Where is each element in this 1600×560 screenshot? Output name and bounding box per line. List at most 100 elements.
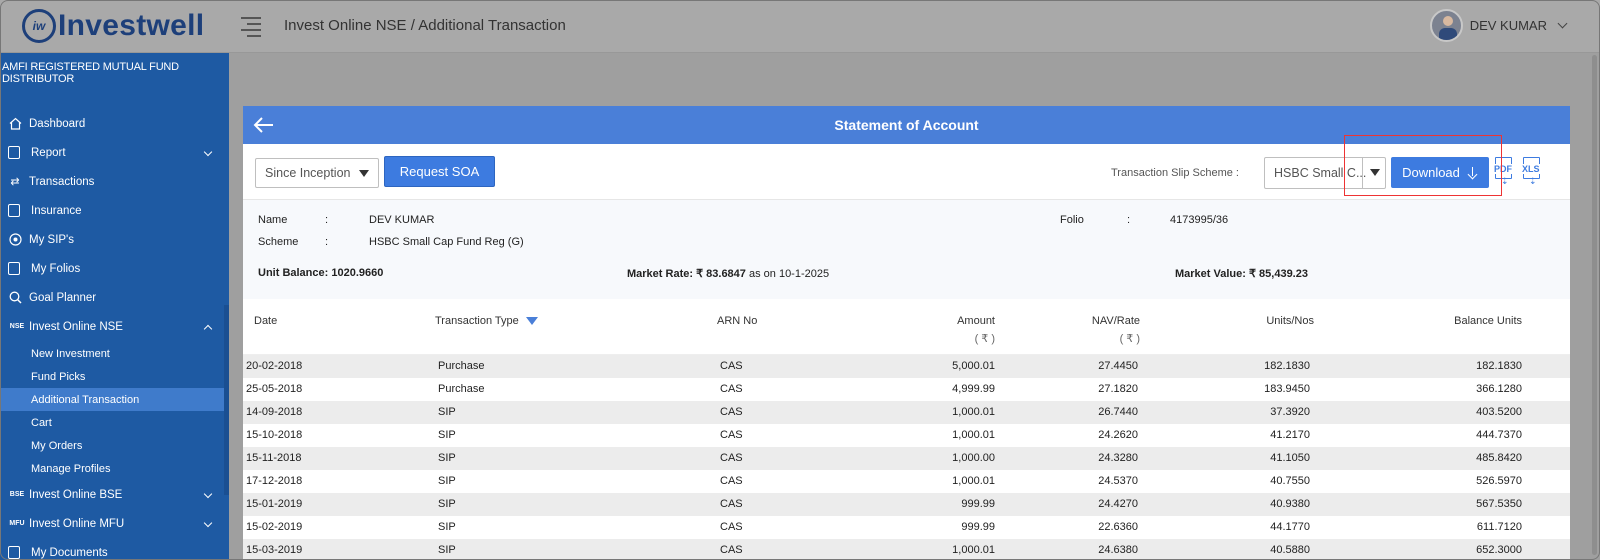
filter-icon[interactable] (525, 317, 538, 325)
scheme-select-value: HSBC Small C... (1274, 166, 1367, 180)
cell-arn-no: CAS (720, 521, 743, 533)
home-icon (8, 117, 22, 131)
sidebar-item-invest-online-mfu[interactable]: MFU Invest Online MFU (0, 509, 229, 538)
sidebar-item-label: Invest Online BSE (29, 488, 123, 501)
download-icon (1468, 166, 1478, 179)
pdf-download-icon[interactable]: PDF ⇣ (1493, 157, 1515, 186)
cell-nav-rate: 24.6380 (1098, 544, 1138, 556)
cell-arn-no: CAS (720, 429, 743, 441)
sidebar-sub-fund-picks[interactable]: Fund Picks (0, 365, 225, 388)
col-amount-unit: ( ₹ ) (974, 333, 995, 345)
cell-arn-no: CAS (720, 475, 743, 487)
cell-transaction-type: SIP (438, 406, 456, 418)
request-soa-button[interactable]: Request SOA (384, 156, 495, 187)
cell-units: 44.1770 (1270, 521, 1310, 533)
sidebar-item-report[interactable]: Report (0, 138, 229, 167)
cell-balance-units: 526.5970 (1476, 475, 1522, 487)
sidebar-item-my-folios[interactable]: My Folios (0, 254, 229, 283)
page-scrollbar[interactable] (1592, 55, 1597, 555)
scheme-select[interactable]: HSBC Small C... (1264, 157, 1386, 189)
soa-controls: Since Inception Request SOA Transaction … (243, 135, 1570, 200)
col-nav-rate: NAV/Rate ( ₹ ) (1092, 315, 1140, 345)
sidebar-sub-cart[interactable]: Cart (0, 411, 225, 434)
folio-label: Folio (1060, 214, 1084, 226)
col-transaction-type-label: Transaction Type (435, 315, 519, 327)
account-info: Name : DEV KUMAR Scheme : HSBC Small Cap… (243, 200, 1570, 299)
cell-nav-rate: 24.2620 (1098, 429, 1138, 441)
cell-balance-units: 485.8420 (1476, 452, 1522, 464)
cell-arn-no: CAS (720, 544, 743, 556)
sidebar-item-label: My SIP's (29, 233, 75, 246)
col-transaction-type[interactable]: Transaction Type (435, 315, 538, 327)
sidebar-item-transactions[interactable]: ⇄ Transactions (0, 167, 229, 196)
cell-balance-units: 567.5350 (1476, 498, 1522, 510)
cell-date: 25-05-2018 (246, 383, 303, 395)
period-select[interactable]: Since Inception (255, 158, 379, 188)
sidebar-item-goal-planner[interactable]: Goal Planner (0, 283, 229, 312)
sidebar-sub-my-orders[interactable]: My Orders (0, 434, 225, 457)
cell-transaction-type: SIP (438, 429, 456, 441)
sidebar-item-label: My Documents (31, 546, 108, 559)
sidebar-sub-manage-profiles[interactable]: Manage Profiles (0, 457, 225, 480)
transaction-slip-scheme-label: Transaction Slip Scheme : (1111, 167, 1239, 179)
cell-balance-units: 444.7370 (1476, 429, 1522, 441)
market-rate-label: Market Rate: (627, 268, 694, 280)
market-value-label: Market Value: (1175, 268, 1246, 280)
cell-arn-no: CAS (720, 383, 743, 395)
investwell-logo[interactable]: iw Investwell (22, 9, 204, 43)
sidebar-item-invest-online-bse[interactable]: BSE Invest Online BSE (0, 480, 229, 509)
user-menu[interactable]: DEV KUMAR (1429, 9, 1568, 42)
col-balance-units: Balance Units (1454, 315, 1522, 327)
back-arrow-icon[interactable] (253, 116, 275, 134)
sidebar-sub-new-investment[interactable]: New Investment (0, 342, 225, 365)
cell-balance-units: 366.1280 (1476, 383, 1522, 395)
scheme-colon: : (325, 236, 329, 248)
col-nav-label: NAV/Rate (1091, 315, 1140, 327)
cell-date: 15-10-2018 (246, 429, 303, 441)
unit-balance: Unit Balance: 1020.9660 (258, 267, 383, 279)
sidebar-sub-additional-transaction[interactable]: Additional Transaction (0, 388, 225, 411)
cell-transaction-type: Purchase (438, 383, 485, 395)
cell-transaction-type: Purchase (438, 360, 485, 372)
download-button-label: Download (1402, 165, 1460, 180)
sidebar-item-label: Goal Planner (29, 291, 97, 304)
cell-arn-no: CAS (720, 452, 743, 464)
name-label: Name (258, 214, 288, 226)
caret-down-icon (1370, 169, 1380, 176)
cell-units: 40.9380 (1270, 498, 1310, 510)
chevron-up-icon[interactable] (203, 324, 213, 334)
statement-of-account-card: Statement of Account Since Inception Req… (243, 106, 1570, 560)
xls-download-icon[interactable]: XLS ⇣ (1521, 157, 1543, 186)
cell-nav-rate: 26.7440 (1098, 406, 1138, 418)
sidebar-item-invest-online-nse[interactable]: NSE Invest Online NSE (0, 312, 229, 341)
scheme-value: HSBC Small Cap Fund Reg (G) (369, 236, 524, 248)
sidebar-item-my-documents[interactable]: My Documents (0, 538, 229, 560)
chevron-down-icon[interactable] (203, 518, 213, 528)
caret-down-icon (359, 170, 369, 177)
sidebar-item-dashboard[interactable]: Dashboard (0, 109, 229, 138)
cell-amount: 4,999.99 (952, 383, 995, 395)
market-rate-date: as on 10-1-2025 (748, 268, 830, 280)
chevron-down-icon (1557, 18, 1568, 29)
sidebar-scrollbar[interactable] (224, 305, 229, 495)
transactions-table-body: 20-02-2018 Purchase CAS 5,000.01 27.4450 182.… (243, 355, 1570, 560)
cell-units: 40.5880 (1270, 544, 1310, 556)
cell-amount: 1,000.01 (952, 544, 995, 556)
logo-mark: iw (22, 9, 56, 43)
chevron-down-icon[interactable] (203, 147, 213, 157)
col-units: Units/Nos (1266, 315, 1314, 327)
sidebar-item-insurance[interactable]: Insurance (0, 196, 229, 225)
cell-date: 20-02-2018 (246, 360, 303, 372)
goal-icon (8, 291, 22, 305)
download-button[interactable]: Download (1391, 157, 1489, 188)
chevron-down-icon[interactable] (203, 489, 213, 499)
sidebar: AMFI REGISTERED MUTUAL FUND DISTRIBUTOR … (0, 53, 229, 560)
sidebar-item-label: Transactions (29, 175, 95, 188)
market-value-value: ₹ 85,439.23 (1248, 268, 1308, 280)
cell-arn-no: CAS (720, 406, 743, 418)
cell-balance-units: 611.7120 (1476, 521, 1522, 533)
menu-toggle-icon[interactable] (241, 17, 261, 37)
col-amount: Amount ( ₹ ) (957, 315, 995, 345)
card-header: Statement of Account (243, 106, 1570, 144)
sidebar-item-my-sips[interactable]: My SIP's (0, 225, 229, 254)
